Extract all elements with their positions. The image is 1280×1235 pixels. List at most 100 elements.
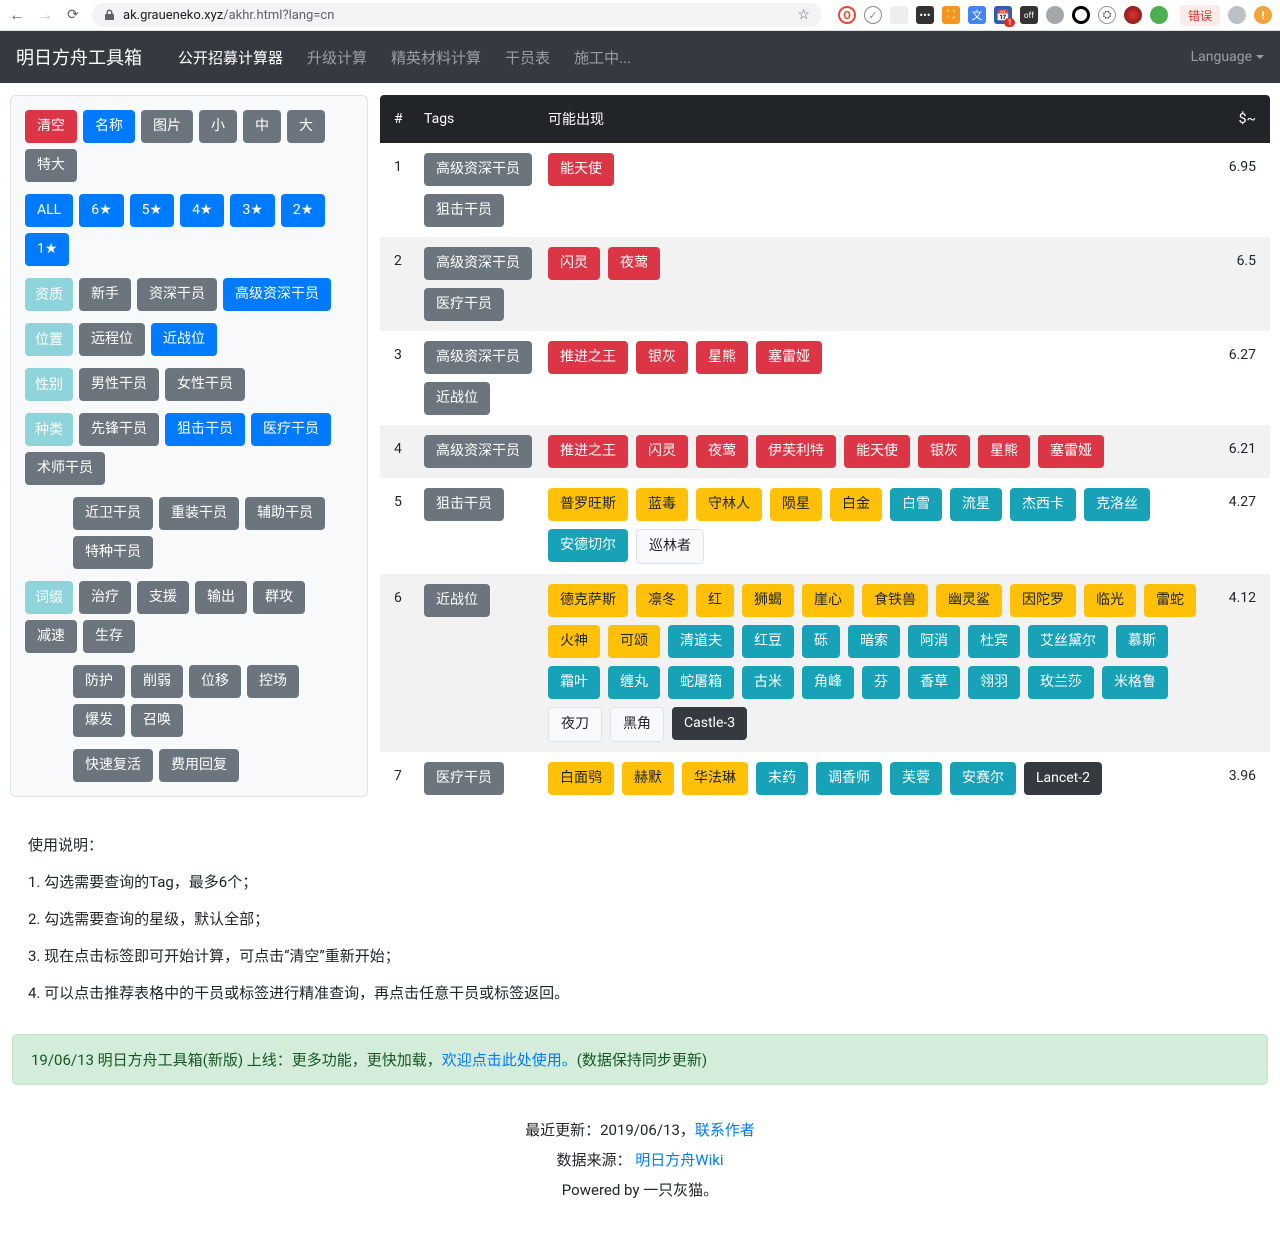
result-tag[interactable]: 近战位 [424, 584, 490, 617]
operator-badge[interactable]: 安德切尔 [548, 529, 628, 562]
tag-filter-button[interactable]: 术师干员 [25, 452, 105, 485]
tag-filter-button[interactable]: 防护 [73, 665, 125, 698]
tag-filter-button[interactable]: 资深干员 [137, 278, 217, 311]
operator-badge[interactable]: 赫默 [622, 762, 674, 795]
control-button[interactable]: 小 [199, 110, 237, 143]
star-filter-button[interactable]: 4★ [180, 194, 224, 227]
operator-badge[interactable]: 古米 [742, 666, 794, 699]
tag-filter-button[interactable]: 近战位 [151, 323, 217, 356]
ext-icon-1[interactable]: O [838, 6, 856, 24]
operator-badge[interactable]: 夜莺 [608, 247, 660, 280]
tag-filter-button[interactable]: 先锋干员 [79, 413, 159, 446]
operator-badge[interactable]: 米格鲁 [1102, 666, 1168, 699]
tag-filter-button[interactable]: 狙击干员 [165, 413, 245, 446]
star-filter-button[interactable]: 3★ [230, 194, 274, 227]
operator-badge[interactable]: 能天使 [548, 153, 614, 186]
result-tag[interactable]: 医疗干员 [424, 288, 504, 321]
operator-badge[interactable]: 玫兰莎 [1028, 666, 1094, 699]
ext-icon-3[interactable] [890, 6, 908, 24]
error-indicator[interactable]: 错误 [1180, 5, 1220, 26]
ext-icon-11[interactable]: ⛭ [1098, 6, 1116, 24]
operator-badge[interactable]: 芬 [862, 666, 900, 699]
operator-badge[interactable]: 芙蓉 [890, 762, 942, 795]
tag-filter-button[interactable]: 男性干员 [79, 368, 159, 401]
operator-badge[interactable]: 塞雷娅 [756, 341, 822, 374]
ext-icon-4[interactable]: ••• [916, 6, 934, 24]
result-tag[interactable]: 狙击干员 [424, 488, 504, 521]
operator-badge[interactable]: 临光 [1084, 584, 1136, 617]
tag-filter-button[interactable]: 新手 [79, 278, 131, 311]
operator-badge[interactable]: 白面鸮 [548, 762, 614, 795]
operator-badge[interactable]: Lancet-2 [1024, 762, 1102, 795]
operator-badge[interactable]: 推进之王 [548, 435, 628, 468]
result-tag[interactable]: 高级资深干员 [424, 247, 532, 280]
operator-badge[interactable]: 因陀罗 [1010, 584, 1076, 617]
nav-link[interactable]: 公开招募计算器 [166, 39, 295, 76]
result-tag[interactable]: 狙击干员 [424, 194, 504, 227]
operator-badge[interactable]: 塞雷娅 [1038, 435, 1104, 468]
ext-icon-10[interactable] [1072, 6, 1090, 24]
tag-filter-button[interactable]: 支援 [137, 581, 189, 614]
result-tag[interactable]: 高级资深干员 [424, 341, 532, 374]
ext-icon-12[interactable] [1124, 6, 1142, 24]
ext-icon-5[interactable]: ⛶ [942, 6, 960, 24]
operator-badge[interactable]: 红 [696, 584, 734, 617]
operator-badge[interactable]: 黑角 [610, 707, 664, 742]
operator-badge[interactable]: 夜莺 [696, 435, 748, 468]
result-tag[interactable]: 医疗干员 [424, 762, 504, 795]
operator-badge[interactable]: 食铁兽 [862, 584, 928, 617]
operator-badge[interactable]: 闪灵 [548, 247, 600, 280]
navbar-brand[interactable]: 明日方舟工具箱 [16, 44, 142, 70]
operator-badge[interactable]: 霜叶 [548, 666, 600, 699]
operator-badge[interactable]: 蓝毒 [636, 488, 688, 521]
operator-badge[interactable]: 狮蝎 [742, 584, 794, 617]
nav-link[interactable]: 精英材料计算 [379, 39, 493, 76]
address-bar[interactable]: ak.graueneko.xyz/akhr.html?lang=cn ☆ [92, 3, 822, 27]
back-button[interactable]: ← [8, 5, 26, 25]
operator-badge[interactable]: 末药 [756, 762, 808, 795]
result-tag[interactable]: 高级资深干员 [424, 435, 532, 468]
tag-filter-button[interactable]: 减速 [25, 620, 77, 653]
operator-badge[interactable]: 银灰 [636, 341, 688, 374]
operator-badge[interactable]: 白金 [830, 488, 882, 521]
ext-icon-8[interactable]: off [1020, 6, 1038, 24]
profile-avatar[interactable] [1228, 6, 1246, 24]
footer-source-link[interactable]: 明日方舟Wiki [635, 1151, 723, 1169]
operator-badge[interactable]: 巡林者 [636, 529, 704, 564]
operator-badge[interactable]: 华法琳 [682, 762, 748, 795]
operator-badge[interactable]: 艾丝黛尔 [1028, 625, 1108, 658]
operator-badge[interactable]: 阿消 [908, 625, 960, 658]
tag-filter-button[interactable]: 削弱 [131, 665, 183, 698]
ext-icon-6[interactable]: 文 [968, 6, 986, 24]
star-filter-button[interactable]: 5★ [130, 194, 174, 227]
operator-badge[interactable]: 安赛尔 [950, 762, 1016, 795]
operator-badge[interactable]: 银灰 [918, 435, 970, 468]
operator-badge[interactable]: 砾 [802, 625, 840, 658]
control-button[interactable]: 图片 [141, 110, 193, 143]
star-filter-button[interactable]: 6★ [79, 194, 123, 227]
operator-badge[interactable]: 香草 [908, 666, 960, 699]
operator-badge[interactable]: 翎羽 [968, 666, 1020, 699]
result-tag[interactable]: 近战位 [424, 382, 490, 415]
operator-badge[interactable]: 角峰 [802, 666, 854, 699]
operator-badge[interactable]: 火神 [548, 625, 600, 658]
operator-badge[interactable]: 暗索 [848, 625, 900, 658]
forward-button[interactable]: → [36, 5, 54, 25]
result-tag[interactable]: 高级资深干员 [424, 153, 532, 186]
tag-filter-button[interactable]: 高级资深干员 [223, 278, 331, 311]
tag-filter-button[interactable]: 群攻 [253, 581, 305, 614]
nav-link[interactable]: 施工中... [562, 39, 643, 76]
tag-filter-button[interactable]: 爆发 [73, 704, 125, 737]
tag-filter-button[interactable]: 重装干员 [159, 497, 239, 530]
ext-icon-7[interactable]: 📅1 [994, 6, 1012, 24]
operator-badge[interactable]: 缠丸 [608, 666, 660, 699]
operator-badge[interactable]: 杜宾 [968, 625, 1020, 658]
tag-filter-button[interactable]: 女性干员 [165, 368, 245, 401]
operator-badge[interactable]: 闪灵 [636, 435, 688, 468]
operator-badge[interactable]: 推进之王 [548, 341, 628, 374]
tag-filter-button[interactable]: 医疗干员 [251, 413, 331, 446]
control-button[interactable]: 大 [287, 110, 325, 143]
operator-badge[interactable]: 德克萨斯 [548, 584, 628, 617]
operator-badge[interactable]: 慕斯 [1116, 625, 1168, 658]
operator-badge[interactable]: 克洛丝 [1084, 488, 1150, 521]
